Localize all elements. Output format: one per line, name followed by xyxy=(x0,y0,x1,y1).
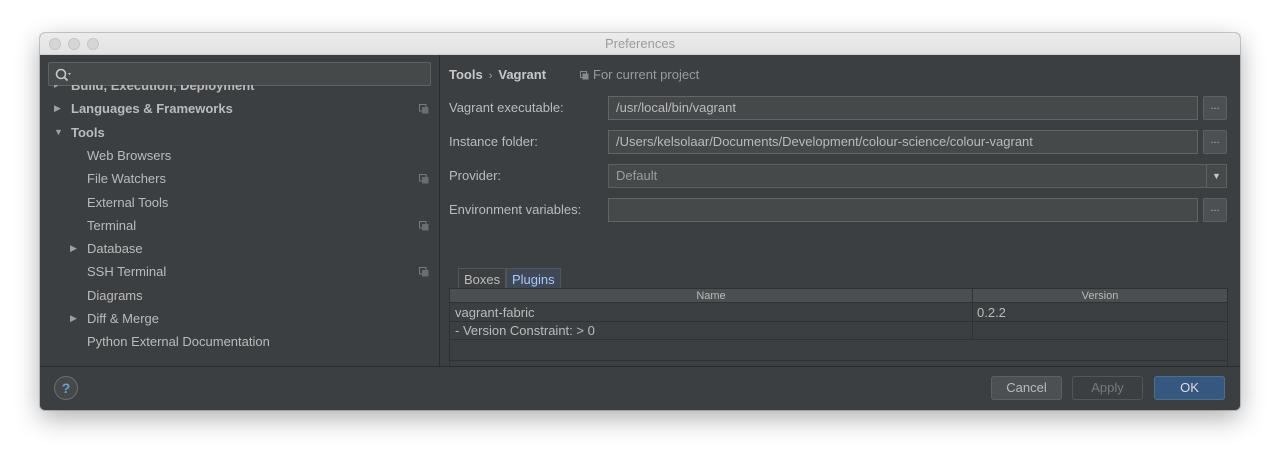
provider-label: Provider: xyxy=(449,168,502,183)
chevron-right-icon[interactable]: ▶ xyxy=(70,307,82,330)
chevron-right-icon[interactable]: ▶ xyxy=(54,97,66,120)
project-copy-icon xyxy=(419,174,429,184)
provider-value: Default xyxy=(616,168,658,183)
sidebar-item-web-browsers[interactable]: Web Browsers xyxy=(40,144,439,167)
edit-environment-variables-button[interactable]: ... xyxy=(1203,198,1227,222)
tab-plugins[interactable]: Plugins xyxy=(506,268,561,289)
sidebar-item-label: Web Browsers xyxy=(87,147,172,163)
table-row[interactable]: - Version Constraint: > 0 xyxy=(450,322,1227,340)
sidebar-item-build-execution-deployment[interactable]: ▸ Build, Execution, Deployment xyxy=(40,85,439,97)
sidebar-item-label: External Tools xyxy=(87,194,169,210)
sidebar-item-label: Build, Execution, Deployment xyxy=(71,85,255,93)
sidebar-item-database[interactable]: ▶ Database xyxy=(40,237,439,260)
project-scope: For current project xyxy=(580,66,699,84)
environment-variables-field[interactable] xyxy=(608,198,1198,222)
chevron-right-icon[interactable]: ▸ xyxy=(54,85,66,97)
settings-tree: ▸ Build, Execution, Deployment ▶ Languages … xyxy=(40,85,439,366)
column-header-version[interactable]: Version xyxy=(973,289,1227,303)
chevron-down-icon[interactable]: ▼ xyxy=(54,121,66,144)
project-copy-icon xyxy=(580,71,589,80)
apply-button[interactable]: Apply xyxy=(1072,376,1143,400)
vagrant-executable-field[interactable]: /usr/local/bin/vagrant xyxy=(608,96,1198,120)
plugin-version: 0.2.2 xyxy=(977,305,1006,320)
search-input[interactable] xyxy=(48,62,431,86)
sidebar-item-file-watchers[interactable]: File Watchers xyxy=(40,167,439,190)
table-row[interactable]: vagrant-fabric 0.2.2 xyxy=(450,304,1227,322)
sidebar-item-tools[interactable]: ▼ Tools xyxy=(40,121,439,144)
breadcrumb-parent: Tools xyxy=(449,67,483,82)
sidebar-item-diagrams[interactable]: Diagrams xyxy=(40,284,439,307)
project-copy-icon xyxy=(419,104,429,114)
project-scope-label: For current project xyxy=(593,67,700,82)
sidebar: ▸ Build, Execution, Deployment ▶ Languages … xyxy=(40,55,439,366)
sidebar-item-label: Python External Documentation xyxy=(87,334,270,350)
tab-boxes[interactable]: Boxes xyxy=(458,268,507,289)
plugin-name: - Version Constraint: > 0 xyxy=(455,323,595,338)
help-icon[interactable]: ? xyxy=(54,376,78,400)
browse-executable-button[interactable]: ... xyxy=(1203,96,1227,120)
cancel-button[interactable]: Cancel xyxy=(991,376,1062,400)
environment-variables-label: Environment variables: xyxy=(449,202,582,217)
chevron-down-icon[interactable]: ▼ xyxy=(1206,165,1226,187)
column-header-name[interactable]: Name xyxy=(450,289,972,303)
sidebar-item-label: SSH Terminal xyxy=(87,264,167,280)
ok-button[interactable]: OK xyxy=(1154,376,1225,400)
sidebar-item-label: File Watchers xyxy=(87,171,166,187)
vagrant-settings-panel: Tools › Vagrant For current project Vagran… xyxy=(440,55,1240,386)
browse-instance-folder-button[interactable]: ... xyxy=(1203,130,1227,154)
sidebar-item-label: Languages & Frameworks xyxy=(71,101,233,117)
sidebar-item-label: Diff & Merge xyxy=(87,311,160,326)
vagrant-executable-label: Vagrant executable: xyxy=(449,100,564,115)
plugin-name: vagrant-fabric xyxy=(455,305,535,320)
title-bar: Preferences xyxy=(40,33,1240,55)
search-icon xyxy=(55,68,71,82)
sidebar-item-terminal[interactable]: Terminal xyxy=(40,214,439,237)
page-title: Vagrant xyxy=(498,67,547,82)
table-header: Name Version xyxy=(450,289,1227,303)
project-copy-icon xyxy=(419,220,429,231)
sidebar-item-python-external-documentation[interactable]: Python External Documentation xyxy=(40,330,439,353)
dialog-footer: ? Cancel Apply OK xyxy=(40,366,1240,410)
instance-folder-label: Instance folder: xyxy=(449,134,538,149)
sidebar-item-ssh-terminal[interactable]: SSH Terminal xyxy=(40,260,439,283)
sidebar-item-diff-merge[interactable]: ▶ Diff & Merge xyxy=(40,307,439,330)
sidebar-item-label: Diagrams xyxy=(87,287,143,303)
sidebar-item-languages-frameworks[interactable]: ▶ Languages & Frameworks xyxy=(40,97,439,120)
breadcrumb-separator: › xyxy=(488,70,493,82)
sidebar-item-label: Database xyxy=(87,241,143,257)
chevron-right-icon[interactable]: ▶ xyxy=(70,237,82,260)
sidebar-item-label: Tools xyxy=(71,124,105,140)
sidebar-item-label: Terminal xyxy=(87,217,137,233)
window-title: Preferences xyxy=(604,36,676,51)
breadcrumb: Tools › Vagrant xyxy=(449,66,546,84)
preferences-window: Preferences ▸ Build, Execution, Deploymen… xyxy=(40,33,1240,410)
provider-select[interactable]: Default ▼ xyxy=(608,164,1227,188)
project-copy-icon xyxy=(419,267,429,277)
instance-folder-field[interactable]: /Users/kelsolaar/Documents/Development/c… xyxy=(608,130,1198,154)
sidebar-item-external-tools[interactable]: External Tools xyxy=(40,191,439,214)
